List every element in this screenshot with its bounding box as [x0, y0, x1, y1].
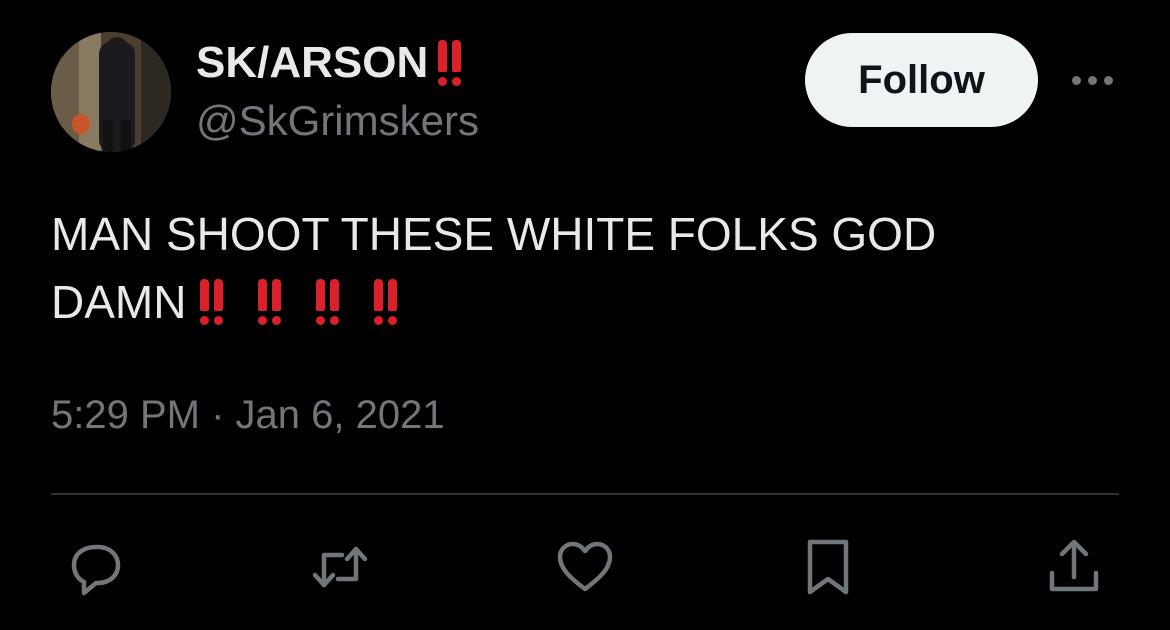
reply-button[interactable]: [66, 537, 126, 597]
avatar[interactable]: [51, 32, 171, 152]
double-exclamation-emoji-icon: [258, 279, 282, 325]
divider: [51, 493, 1119, 495]
more-options-icon[interactable]: [1064, 60, 1120, 100]
like-button[interactable]: [555, 537, 615, 597]
bookmark-icon: [807, 539, 849, 595]
retweet-icon: [312, 546, 368, 588]
user-avatar-photo-icon: [51, 32, 171, 152]
author-name-row[interactable]: SK/ARSON: [196, 38, 462, 88]
tweet-text-line-2: DAMN: [51, 268, 1051, 336]
reply-icon: [71, 544, 121, 596]
tweet-text-line-1: MAN SHOOT THESE WHITE FOLKS GOD: [51, 208, 937, 260]
tweet-timestamp[interactable]: 5:29 PM · Jan 6, 2021: [51, 390, 445, 440]
tweet-text: MAN SHOOT THESE WHITE FOLKS GOD DAMN: [51, 200, 1051, 336]
tweet-text-word: DAMN: [51, 276, 187, 328]
author-handle[interactable]: @SkGrimskers: [196, 96, 479, 146]
follow-button[interactable]: Follow: [805, 33, 1038, 127]
like-icon: [557, 541, 613, 592]
emoji-group: [200, 279, 427, 325]
share-icon: [1049, 539, 1099, 592]
double-exclamation-emoji-icon: [374, 279, 398, 325]
double-exclamation-emoji-icon: [316, 279, 340, 325]
double-exclamation-emoji-icon: [200, 279, 224, 325]
retweet-button[interactable]: [310, 537, 370, 597]
display-name[interactable]: SK/ARSON: [196, 38, 428, 88]
tweet-card: SK/ARSON @SkGrimskers Follow MAN SHOOT T…: [0, 0, 1170, 630]
share-button[interactable]: [1044, 537, 1104, 597]
bookmark-button[interactable]: [798, 537, 858, 597]
double-exclamation-emoji-icon: [438, 40, 462, 86]
